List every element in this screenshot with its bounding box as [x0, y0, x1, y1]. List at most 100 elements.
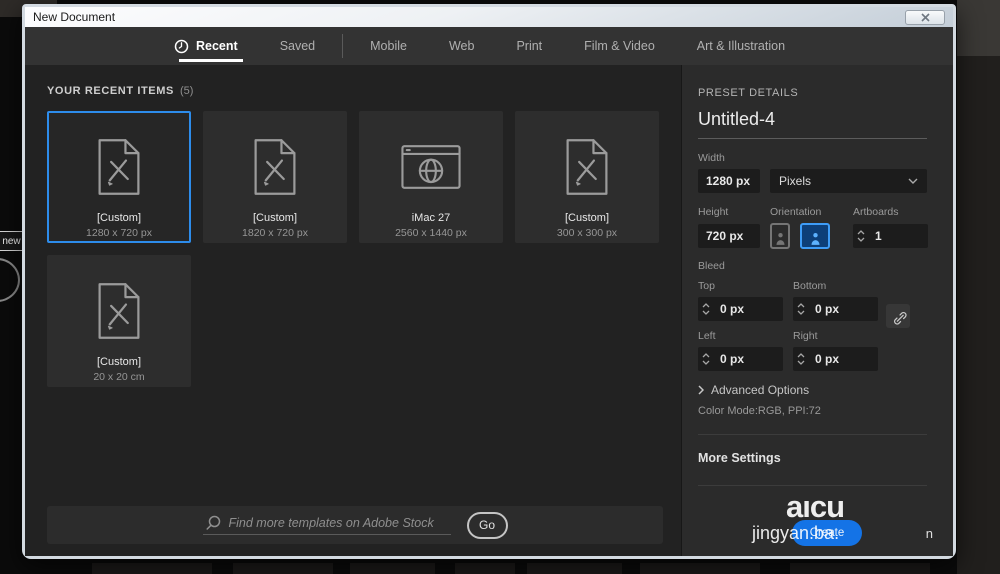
stepper-arrows-icon[interactable] — [698, 352, 714, 366]
tab-art-illustration[interactable]: Art & Illustration — [676, 27, 806, 65]
document-name-input[interactable]: Untitled-4 — [698, 109, 927, 139]
tab-label: Print — [516, 39, 543, 53]
template-card-custom-1820x720[interactable]: [Custom] 1820 x 720 px — [203, 111, 347, 243]
tab-print[interactable]: Print — [495, 27, 563, 65]
bleed-link-button[interactable] — [886, 304, 910, 328]
template-size: 1820 x 720 px — [242, 227, 308, 239]
units-dropdown[interactable]: Pixels — [770, 169, 927, 193]
tab-recent[interactable]: Recent — [153, 27, 259, 65]
width-input[interactable]: 1280 px — [698, 169, 760, 193]
tab-saved[interactable]: Saved — [259, 27, 336, 65]
template-name: iMac 27 — [411, 212, 451, 224]
create-button-label: Create — [809, 527, 845, 539]
artboards-value: 1 — [875, 229, 882, 243]
tab-mobile[interactable]: Mobile — [349, 27, 428, 65]
artboards-stepper[interactable]: 1 — [853, 224, 928, 248]
height-input[interactable]: 720 px — [698, 224, 760, 248]
tab-label: Web — [448, 39, 475, 53]
bleed-left-label: Left — [698, 330, 716, 342]
recent-items-area: YOUR RECENT ITEMS (5) [Custom] 1280 x 720… — [25, 65, 681, 556]
app-panel-fragment — [957, 56, 1000, 574]
new-badge: new — [0, 231, 24, 251]
tab-label: Mobile — [370, 39, 407, 53]
app-toolbar-fragment — [957, 0, 1000, 56]
template-size: 1280 x 720 px — [86, 227, 152, 239]
template-card-custom-20x20cm[interactable]: [Custom] 20 x 20 cm — [47, 255, 191, 387]
orientation-toggle — [770, 223, 853, 249]
template-name: [Custom] — [252, 212, 297, 224]
stepper-arrows-icon[interactable] — [793, 302, 809, 316]
template-size: 20 x 20 cm — [93, 371, 145, 383]
template-size: 300 x 300 px — [556, 227, 618, 239]
tab-label: Recent — [196, 39, 238, 53]
tab-label: Art & Illustration — [696, 39, 786, 53]
stepper-arrows-icon[interactable] — [698, 302, 714, 316]
tab-label: Saved — [279, 39, 316, 53]
go-button[interactable]: Go — [466, 511, 508, 539]
bleed-right-label: Right — [793, 330, 818, 342]
document-pencil-icon — [95, 133, 143, 201]
panel-divider — [698, 434, 927, 435]
recent-items-heading-text: YOUR RECENT ITEMS — [47, 85, 174, 97]
chevron-down-icon — [908, 178, 918, 184]
bleed-label: Bleed — [698, 260, 725, 272]
preset-details-heading: PRESET DETAILS — [698, 87, 799, 99]
tab-label: Film & Video — [584, 39, 655, 53]
go-button-label: Go — [478, 518, 495, 532]
category-tabbar: Recent Saved Mobile Web Print Film & Vid… — [25, 27, 953, 65]
tab-web[interactable]: Web — [428, 27, 495, 65]
more-settings-button[interactable]: More Settings — [698, 451, 927, 465]
taskbar-fragment — [0, 562, 1000, 574]
document-pencil-icon — [563, 133, 611, 201]
preset-details-panel: PRESET DETAILS Untitled-4 Width 1280 px … — [681, 65, 953, 556]
stock-search-input[interactable]: Find more templates on Adobe Stock — [202, 515, 451, 535]
close-button[interactable] — [905, 9, 945, 25]
advanced-options-toggle[interactable]: Advanced Options — [698, 383, 927, 397]
orientation-portrait-button[interactable] — [770, 223, 790, 249]
stepper-arrows-icon[interactable] — [793, 352, 809, 366]
bleed-left-stepper[interactable]: 0 px — [698, 347, 783, 371]
advanced-options-label: Advanced Options — [711, 383, 810, 397]
document-pencil-icon — [95, 277, 143, 345]
template-card-custom-1280x720[interactable]: [Custom] 1280 x 720 px — [47, 111, 191, 243]
stock-search-placeholder: Find more templates on Adobe Stock — [228, 516, 434, 530]
tab-film-video[interactable]: Film & Video — [563, 27, 676, 65]
units-value: Pixels — [779, 174, 812, 188]
template-grid: [Custom] 1280 x 720 px [Custom] 1820 x 7… — [47, 111, 667, 387]
dialog-title: New Document — [33, 10, 116, 24]
width-label: Width — [698, 152, 725, 164]
close-icon — [920, 12, 930, 22]
artboards-label: Artboards — [853, 206, 899, 218]
template-size: 2560 x 1440 px — [395, 227, 467, 239]
template-name: [Custom] — [564, 212, 609, 224]
web-browser-globe-icon — [401, 133, 461, 201]
bleed-top-value: 0 px — [720, 302, 745, 316]
recent-items-count: (5) — [179, 85, 194, 97]
search-icon — [205, 515, 221, 531]
watermark-tail: n — [925, 526, 933, 541]
bleed-left-value: 0 px — [720, 352, 745, 366]
bleed-bottom-label: Bottom — [793, 280, 827, 292]
chain-link-icon — [890, 308, 907, 325]
template-card-custom-300x300[interactable]: [Custom] 300 x 300 px — [515, 111, 659, 243]
bleed-top-stepper[interactable]: 0 px — [698, 297, 783, 321]
orientation-label: Orientation — [770, 206, 822, 218]
dialog-titlebar: New Document — [25, 7, 953, 27]
bleed-right-value: 0 px — [815, 352, 840, 366]
template-card-imac-27[interactable]: iMac 27 2560 x 1440 px — [359, 111, 503, 243]
adobe-stock-bar: Find more templates on Adobe Stock Go — [47, 506, 663, 544]
tab-divider — [342, 34, 344, 58]
bleed-right-stepper[interactable]: 0 px — [793, 347, 878, 371]
clock-icon — [174, 39, 189, 54]
stepper-arrows-icon[interactable] — [853, 229, 869, 243]
height-label: Height — [698, 206, 729, 218]
color-mode-text: Color Mode:RGB, PPI:72 — [698, 405, 821, 417]
bleed-top-label: Top — [698, 280, 715, 292]
template-name: [Custom] — [96, 212, 141, 224]
tool-circle-fragment — [0, 258, 20, 302]
create-button[interactable]: Create — [792, 520, 862, 546]
orientation-landscape-button[interactable] — [800, 223, 830, 249]
template-name: [Custom] — [96, 356, 141, 368]
new-document-dialog: New Document Recent Saved Mobile Web Pri… — [22, 4, 956, 559]
bleed-bottom-stepper[interactable]: 0 px — [793, 297, 878, 321]
